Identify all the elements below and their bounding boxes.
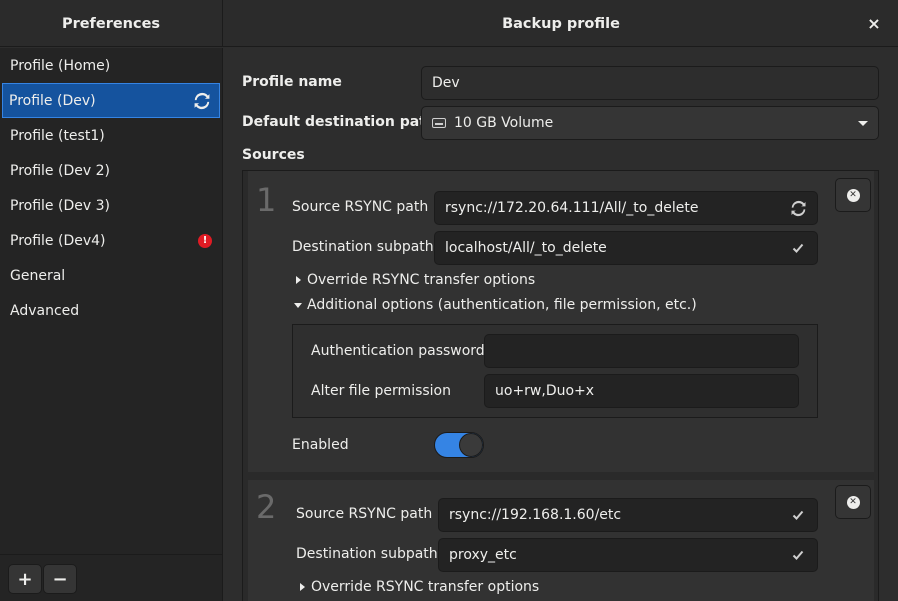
error-glyph: ! <box>198 233 212 248</box>
close-button[interactable]: × <box>864 13 884 33</box>
plus-icon: + <box>17 568 33 590</box>
sidebar-item-label: Profile (Dev 3) <box>10 197 110 214</box>
enabled-toggle[interactable] <box>434 432 484 458</box>
profile-name-label: Profile name <box>242 74 342 90</box>
sidebar-item-profile-home[interactable]: Profile (Home) <box>0 48 222 83</box>
chevron-right-icon <box>300 583 305 591</box>
sidebar-title: Preferences <box>0 0 223 47</box>
additional-options-expander[interactable]: Additional options (authentication, file… <box>294 297 697 313</box>
sidebar-item-label: Profile (Home) <box>10 57 111 74</box>
override-rsync-label: Override RSYNC transfer options <box>311 579 540 595</box>
source-path-label: Source RSYNC path <box>296 506 433 522</box>
chevron-right-icon <box>296 276 301 284</box>
sidebar-item-label: Advanced <box>10 302 80 319</box>
sidebar-item-advanced[interactable]: Advanced <box>0 293 222 328</box>
drive-icon <box>432 118 446 128</box>
additional-options-label: Additional options (authentication, file… <box>307 297 697 313</box>
destination-subpath-label: Destination subpath <box>296 546 438 562</box>
sidebar-item-profile-dev4[interactable]: Profile (Dev4) ! <box>0 223 222 258</box>
sync-icon <box>193 92 211 110</box>
auth-password-input[interactable] <box>484 334 799 368</box>
page-title: Backup profile <box>502 15 620 32</box>
sidebar-item-label: Profile (Dev 2) <box>10 162 110 179</box>
main-panel: Profile name Dev Default destination pat… <box>224 48 898 601</box>
toggle-knob <box>459 433 483 457</box>
sidebar-item-label: Profile (test1) <box>10 127 105 144</box>
header-bar: Preferences Backup profile × <box>0 0 898 47</box>
override-rsync-expander[interactable]: Override RSYNC transfer options <box>300 579 539 595</box>
sync-icon <box>789 200 807 217</box>
profile-name-input[interactable]: Dev <box>421 66 879 100</box>
destination-subpath-input[interactable]: proxy_etc <box>438 538 818 572</box>
destination-subpath-label: Destination subpath <box>292 239 434 255</box>
chevron-down-icon <box>858 120 868 126</box>
destination-subpath-value: localhost/All/_to_delete <box>445 240 607 256</box>
additional-options-panel: Authentication password Alter file permi… <box>292 324 818 418</box>
check-icon <box>789 549 807 561</box>
default-destination-label: Default destination path <box>242 114 436 130</box>
close-circle-icon: ✕ <box>846 495 860 509</box>
override-rsync-label: Override RSYNC transfer options <box>307 272 536 288</box>
file-permission-value: uo+rw,Duo+x <box>495 383 595 399</box>
sidebar: Profile (Home) Profile (Dev) Profile (te… <box>0 48 223 601</box>
enabled-label: Enabled <box>292 437 349 453</box>
remove-profile-button[interactable]: − <box>43 564 77 594</box>
destination-subpath-value: proxy_etc <box>449 547 517 563</box>
sources-list: 1 Source RSYNC path rsync://172.20.64.11… <box>242 170 879 601</box>
sidebar-item-profile-dev-3[interactable]: Profile (Dev 3) <box>0 188 222 223</box>
minus-icon: − <box>52 568 68 590</box>
default-destination-dropdown[interactable]: 10 GB Volume <box>421 106 879 140</box>
add-profile-button[interactable]: + <box>8 564 42 594</box>
file-permission-label: Alter file permission <box>311 383 451 399</box>
check-icon <box>789 509 807 521</box>
remove-source-button[interactable]: ✕ <box>835 178 871 212</box>
sidebar-item-profile-test1[interactable]: Profile (test1) <box>0 118 222 153</box>
destination-subpath-input[interactable]: localhost/All/_to_delete <box>434 231 818 265</box>
source-number: 1 <box>256 181 277 219</box>
sources-heading: Sources <box>242 147 305 163</box>
auth-password-label: Authentication password <box>311 343 485 359</box>
sidebar-item-label: Profile (Dev4) <box>10 232 106 249</box>
sidebar-item-profile-dev[interactable]: Profile (Dev) <box>2 83 220 118</box>
default-destination-value: 10 GB Volume <box>454 115 554 131</box>
chevron-down-icon <box>294 302 302 308</box>
source-path-value: rsync://172.20.64.111/All/_to_delete <box>445 200 699 216</box>
check-icon <box>789 242 807 254</box>
source-card: 2 Source RSYNC path rsync://192.168.1.60… <box>248 480 874 601</box>
source-path-input[interactable]: rsync://172.20.64.111/All/_to_delete <box>434 191 818 225</box>
source-path-input[interactable]: rsync://192.168.1.60/etc <box>438 498 818 532</box>
sidebar-item-label: General <box>10 267 66 284</box>
source-path-value: rsync://192.168.1.60/etc <box>449 507 622 523</box>
close-circle-icon: ✕ <box>846 188 860 202</box>
sidebar-item-profile-dev-2[interactable]: Profile (Dev 2) <box>0 153 222 188</box>
profile-name-value: Dev <box>432 75 460 91</box>
source-path-label: Source RSYNC path <box>292 199 429 215</box>
file-permission-input[interactable]: uo+rw,Duo+x <box>484 374 799 408</box>
source-number: 2 <box>256 488 277 526</box>
sidebar-item-general[interactable]: General <box>0 258 222 293</box>
source-card: 1 Source RSYNC path rsync://172.20.64.11… <box>248 171 874 472</box>
close-icon: × <box>867 13 881 33</box>
error-icon: ! <box>196 232 214 250</box>
override-rsync-expander[interactable]: Override RSYNC transfer options <box>296 272 535 288</box>
sidebar-footer: + − <box>0 554 222 601</box>
sidebar-item-label: Profile (Dev) <box>9 92 96 109</box>
remove-source-button[interactable]: ✕ <box>835 485 871 519</box>
